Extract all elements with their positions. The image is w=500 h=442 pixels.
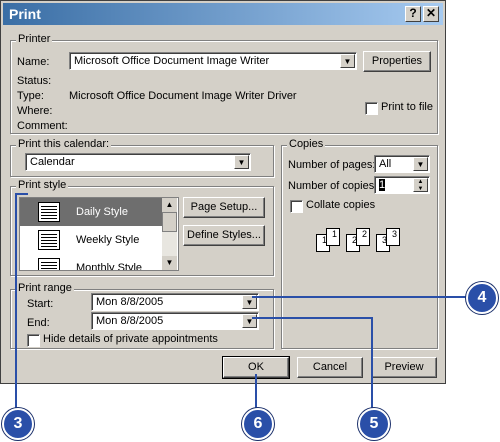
callout-6: 6 <box>242 408 274 440</box>
callout-lines <box>15 193 468 410</box>
callout-5: 5 <box>358 408 390 440</box>
callout-4: 4 <box>466 282 498 314</box>
callout-3: 3 <box>2 408 34 440</box>
